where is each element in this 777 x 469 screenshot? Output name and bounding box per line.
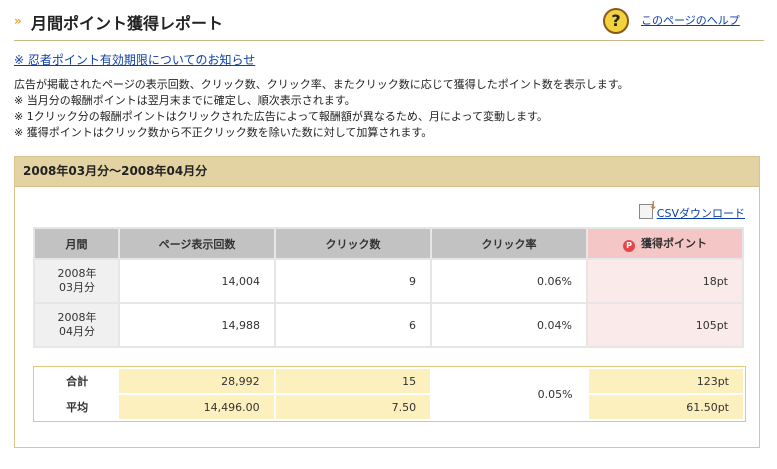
description: 広告が掲載されたページの表示回数、クリック数、クリック率、またクリック数に応じて… bbox=[14, 77, 764, 141]
page-title: 月間ポイント獲得レポート bbox=[31, 14, 224, 33]
row-clicks: 6 bbox=[276, 304, 430, 346]
table-row: 2008年 04月分 14,988 6 0.04% 105pt bbox=[35, 304, 742, 346]
monthly-table: 月間 ページ表示回数 クリック数 クリック率 P 獲得ポイント 2008年 03月分… bbox=[33, 227, 744, 348]
summary-average-row: 平均 14,496.00 7.50 61.50pt bbox=[36, 395, 743, 419]
expiry-notice-link[interactable]: ※ 忍者ポイント有効期限についてのお知らせ bbox=[14, 51, 255, 68]
row-views: 14,988 bbox=[120, 304, 274, 346]
csv-download-link[interactable]: CSVダウンロード bbox=[638, 199, 745, 221]
row-month-label: 03月分 bbox=[59, 281, 95, 294]
description-line: ※ 1クリック分の報酬ポイントはクリックされた広告によって報酬額が異なるため、月… bbox=[14, 110, 548, 123]
row-month: 2008年 03月分 bbox=[35, 260, 118, 302]
summary-box: 合計 28,992 15 0.05% 123pt 平均 14,496.00 7.… bbox=[33, 366, 746, 422]
col-points-label: 獲得ポイント bbox=[641, 237, 707, 250]
header-divider bbox=[14, 40, 764, 41]
col-clicks: クリック数 bbox=[276, 229, 430, 258]
row-month-label: 04月分 bbox=[59, 325, 95, 338]
description-line: ※ 当月分の報酬ポイントは翌月末までに確定し、順次表示されます。 bbox=[14, 94, 356, 107]
col-page-views: ページ表示回数 bbox=[120, 229, 274, 258]
average-points: 61.50pt bbox=[588, 395, 743, 419]
csv-download-label: CSVダウンロード bbox=[656, 207, 745, 220]
description-line: ※ 獲得ポイントはクリック数から不正クリック数を除いた数に対して加算されます。 bbox=[14, 126, 433, 139]
table-row: 2008年 03月分 14,004 9 0.06% 18pt bbox=[35, 260, 742, 302]
average-views: 14,496.00 bbox=[119, 395, 274, 419]
total-clicks: 15 bbox=[275, 369, 431, 393]
table-header-row: 月間 ページ表示回数 クリック数 クリック率 P 獲得ポイント bbox=[35, 229, 742, 258]
summary-total-row: 合計 28,992 15 0.05% 123pt bbox=[36, 369, 743, 419]
points-icon: P bbox=[623, 240, 635, 252]
row-views: 14,004 bbox=[120, 260, 274, 302]
help-link[interactable]: このページのヘルプ bbox=[641, 12, 740, 28]
total-views: 28,992 bbox=[119, 369, 274, 393]
document-download-icon bbox=[638, 199, 658, 219]
title-arrow-icon: » bbox=[14, 14, 22, 28]
row-rate: 0.04% bbox=[432, 304, 586, 346]
total-label: 合計 bbox=[36, 369, 118, 393]
report-period: 2008年03月分〜2008年04月分 bbox=[15, 157, 759, 187]
row-year: 2008年 bbox=[57, 267, 97, 280]
col-points: P 獲得ポイント bbox=[588, 229, 742, 258]
page-header: » 月間ポイント獲得レポート ? このページのヘルプ bbox=[14, 8, 764, 34]
row-points: 18pt bbox=[588, 260, 742, 302]
average-clicks: 7.50 bbox=[275, 395, 431, 419]
row-rate: 0.06% bbox=[432, 260, 586, 302]
total-points: 123pt bbox=[588, 369, 743, 393]
summary-table: 合計 28,992 15 0.05% 123pt 平均 14,496.00 7.… bbox=[34, 367, 745, 421]
average-label: 平均 bbox=[36, 395, 118, 419]
row-points: 105pt bbox=[588, 304, 742, 346]
description-line: 広告が掲載されたページの表示回数、クリック数、クリック率、またクリック数に応じて… bbox=[14, 78, 629, 91]
col-click-rate: クリック率 bbox=[432, 229, 586, 258]
overall-rate: 0.05% bbox=[432, 369, 587, 419]
row-year: 2008年 bbox=[57, 311, 97, 324]
row-clicks: 9 bbox=[276, 260, 430, 302]
help-icon[interactable]: ? bbox=[603, 8, 629, 34]
row-month: 2008年 04月分 bbox=[35, 304, 118, 346]
report-panel: 2008年03月分〜2008年04月分 CSVダウンロード 月間 ページ表示回数… bbox=[14, 156, 760, 448]
col-month: 月間 bbox=[35, 229, 118, 258]
